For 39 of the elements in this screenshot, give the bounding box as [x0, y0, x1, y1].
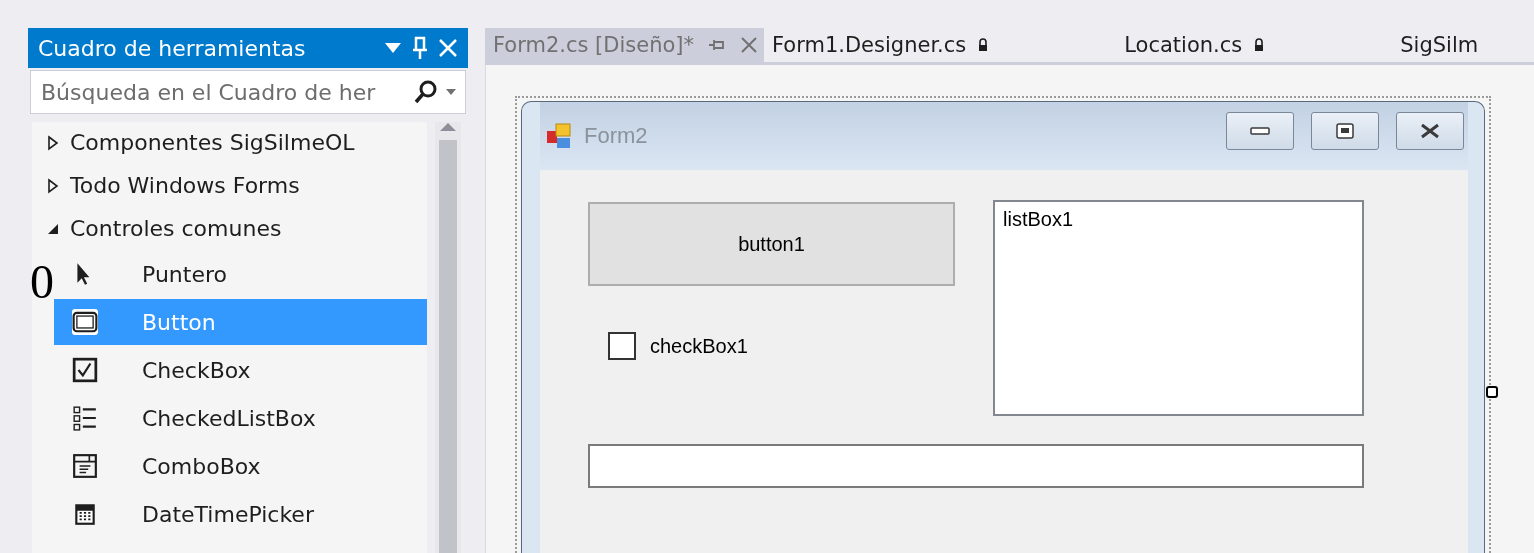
pin-icon[interactable] — [708, 38, 726, 52]
scroll-up-icon[interactable] — [439, 122, 457, 132]
minimize-button[interactable] — [1226, 112, 1294, 150]
form-title: Form2 — [584, 123, 649, 149]
form-button[interactable]: button1 — [588, 202, 955, 286]
group-header[interactable]: Todo Windows Forms — [70, 173, 300, 198]
checkbox-icon — [72, 357, 98, 383]
list-box[interactable]: listBox1 — [993, 200, 1364, 416]
expand-icon[interactable] — [46, 177, 60, 194]
overlay-digit: 0 — [30, 258, 54, 306]
dropdown-icon[interactable] — [445, 88, 457, 96]
form-app-icon — [546, 122, 574, 150]
resize-handle[interactable] — [1486, 386, 1498, 398]
list-item[interactable]: listBox1 — [1003, 208, 1354, 231]
document-tab[interactable]: Form1.Designer.cs — [764, 28, 997, 62]
scrollbar[interactable] — [435, 122, 461, 553]
pin-icon[interactable] — [412, 36, 428, 60]
checkbox[interactable] — [608, 332, 636, 360]
lock-icon — [978, 38, 989, 52]
checkbox-label[interactable]: checkBox1 — [650, 334, 748, 358]
group-header[interactable]: Componentes SigSilmeOL — [70, 130, 355, 155]
text-field[interactable] — [588, 444, 1364, 488]
calendar-icon — [72, 501, 98, 527]
button-control-icon — [72, 309, 98, 335]
dropdown-icon[interactable] — [384, 42, 402, 54]
search-icon[interactable] — [413, 79, 439, 105]
panel-title: Cuadro de herramientas — [38, 35, 307, 61]
close-button[interactable] — [1396, 112, 1464, 150]
search-field[interactable]: Búsqueda en el Cuadro de her — [30, 70, 466, 114]
lock-icon — [1254, 38, 1265, 52]
checklist-icon — [72, 405, 98, 431]
combobox-icon — [72, 453, 98, 479]
document-tab[interactable]: SigSilm — [1392, 28, 1487, 62]
minimize-icon[interactable] — [1250, 127, 1270, 135]
maximize-button[interactable] — [1311, 112, 1379, 150]
document-tab[interactable]: Location.cs — [1116, 28, 1273, 62]
group-header[interactable]: Controles comunes — [70, 216, 282, 241]
maximize-icon[interactable] — [1336, 123, 1354, 139]
expand-icon[interactable] — [46, 134, 60, 151]
